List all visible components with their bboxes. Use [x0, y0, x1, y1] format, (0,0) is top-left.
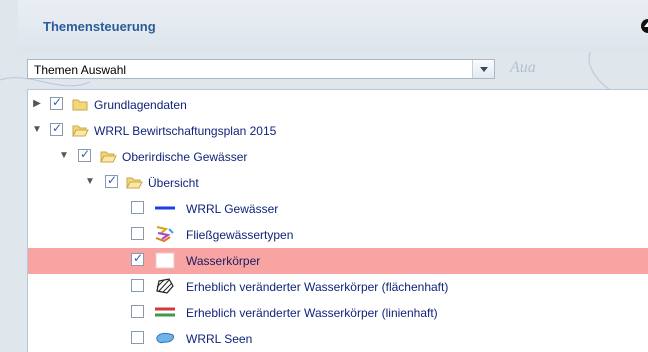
open-folder-icon — [72, 125, 89, 137]
layer-checkbox[interactable] — [131, 305, 144, 318]
tree-node-label: Erheblich veränderter Wasserkörper (lini… — [186, 306, 438, 320]
tree-node-label: WRRL Bewirtschaftungsplan 2015 — [94, 124, 277, 138]
lake-shape-icon — [156, 332, 174, 344]
theme-select-value: Themen Auswahl — [34, 63, 127, 77]
tree-node-uebersicht[interactable]: ▼ Übersicht — [28, 170, 648, 196]
blue-line-icon — [155, 206, 175, 210]
tree-node-label: WRRL Seen — [186, 332, 253, 346]
collapse-arrow-icon[interactable]: ▼ — [85, 177, 95, 187]
layer-checkbox[interactable] — [131, 201, 144, 214]
expand-arrow-icon[interactable]: ▶ — [32, 99, 42, 109]
tree-node-hmwb-linienhaft[interactable]: Erheblich veränderter Wasserkörper (lini… — [28, 300, 648, 326]
tree-node-label: WRRL Gewässer — [186, 202, 279, 216]
tree-node-wrrl-gewaesser[interactable]: WRRL Gewässer — [28, 196, 648, 222]
tree-node-wrrl-seen[interactable]: WRRL Seen — [28, 326, 648, 352]
tree-node-label: Übersicht — [148, 176, 199, 190]
layer-checkbox[interactable] — [50, 95, 63, 110]
themensteuerung-header: Themensteuerung — [18, 0, 648, 52]
collapse-arrow-icon[interactable]: ▼ — [32, 125, 42, 135]
layer-checkbox[interactable] — [131, 331, 144, 344]
tree-node-label: Grundlagendaten — [94, 98, 187, 112]
layer-checkbox[interactable] — [131, 227, 144, 240]
theme-select-dropdown[interactable]: Themen Auswahl — [27, 59, 495, 79]
tree-node-label: Oberirdische Gewässer — [122, 150, 248, 164]
tree-node-fliessgewaessertypen[interactable]: Fließgewässertypen — [28, 222, 648, 248]
layer-checkbox[interactable] — [105, 173, 118, 188]
tree-node-label: Wasserkörper — [186, 254, 261, 268]
open-folder-icon — [100, 151, 117, 163]
tree-node-oberirdische-gewaesser[interactable]: ▼ Oberirdische Gewässer — [28, 144, 648, 170]
layer-checkbox[interactable] — [131, 279, 144, 292]
tree-node-wasserkoerper[interactable]: Wasserkörper — [28, 248, 648, 274]
tree-node-label: Fließgewässertypen — [186, 228, 294, 242]
open-folder-icon — [126, 177, 143, 189]
collapse-panel-icon[interactable] — [641, 19, 648, 33]
folder-icon — [72, 99, 88, 111]
red-green-lines-icon — [155, 307, 175, 317]
layer-checkbox[interactable] — [50, 121, 63, 136]
hatched-area-icon — [156, 278, 174, 294]
tree-node-label: Erheblich veränderter Wasserkörper (fläc… — [186, 280, 449, 294]
multicolor-lines-icon — [155, 226, 174, 243]
tree-node-wrrl-bewirtschaftungsplan[interactable]: ▼ WRRL Bewirtschaftungsplan 2015 — [28, 118, 648, 144]
layer-checkbox[interactable] — [131, 251, 144, 266]
white-square-icon — [155, 252, 175, 269]
tree-node-hmwb-flaechenhaft[interactable]: Erheblich veränderter Wasserkörper (fläc… — [28, 274, 648, 300]
panel-title: Themensteuerung — [43, 19, 156, 34]
layer-tree: ▶ Grundlagendaten ▼ WRRL Bewirtschaftung… — [27, 89, 648, 352]
tree-node-grundlagendaten[interactable]: ▶ Grundlagendaten — [28, 92, 648, 118]
dropdown-arrow-icon[interactable] — [472, 60, 494, 78]
collapse-arrow-icon[interactable]: ▼ — [59, 151, 69, 161]
map-place-label: Aua — [509, 59, 536, 76]
layer-checkbox[interactable] — [78, 147, 91, 162]
